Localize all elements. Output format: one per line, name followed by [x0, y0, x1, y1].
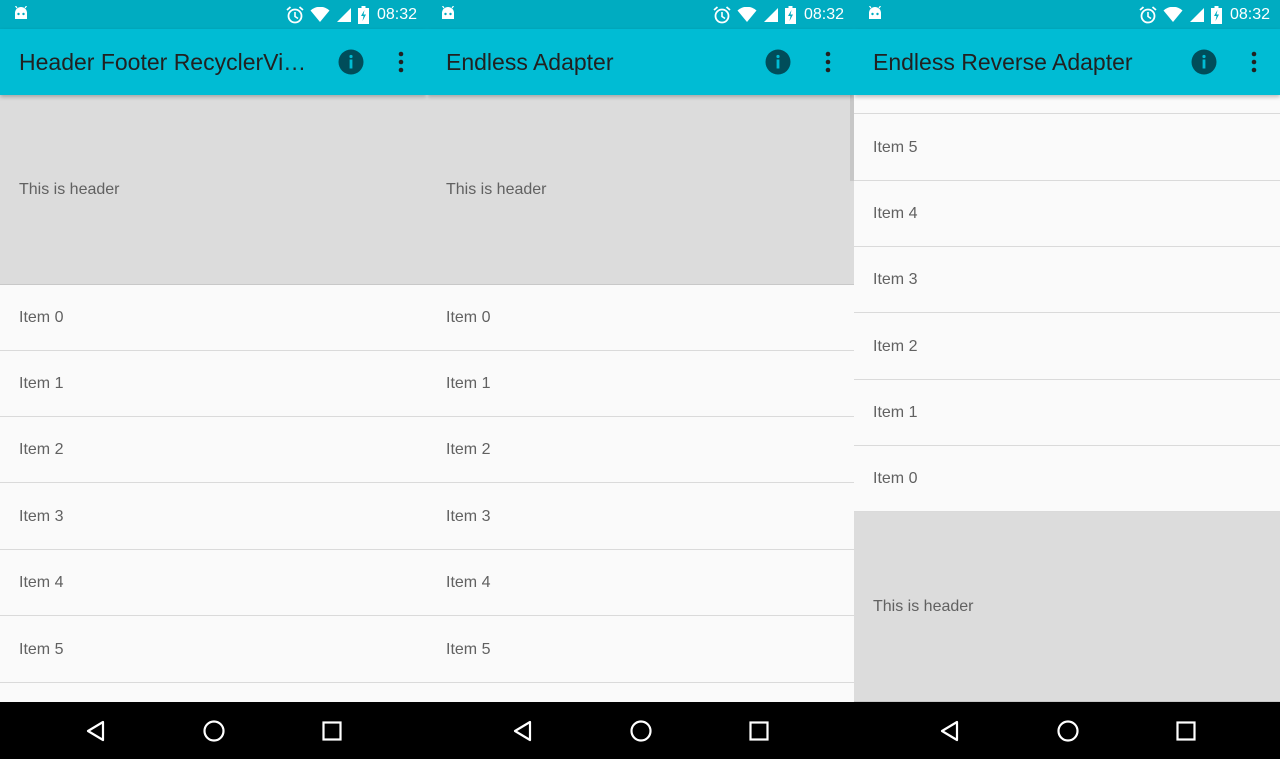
list-item-partial[interactable]	[854, 95, 1280, 114]
home-icon[interactable]	[629, 719, 653, 743]
info-icon[interactable]	[338, 49, 364, 75]
list-item[interactable]: Item 4	[0, 550, 427, 616]
item-label: Item 5	[446, 640, 491, 658]
signal-icon	[1189, 7, 1204, 22]
overflow-menu-icon[interactable]	[1246, 49, 1262, 75]
status-bar: 08:32	[0, 0, 427, 29]
screen-endless-reverse-adapter: 08:32 Endless Reverse Adapter Item 5 Ite…	[854, 0, 1280, 759]
signal-icon	[763, 7, 778, 22]
list-item[interactable]: Item 3	[427, 484, 854, 550]
item-label: Item 5	[19, 640, 64, 658]
list-header: This is header	[427, 95, 854, 285]
item-label: Item 5	[873, 138, 918, 156]
home-icon[interactable]	[1056, 719, 1080, 743]
overflow-menu-icon[interactable]	[393, 49, 409, 75]
item-label: Item 0	[873, 469, 918, 487]
navigation-bar	[427, 702, 854, 759]
item-label: Item 1	[19, 374, 64, 392]
status-bar: 08:32	[427, 0, 854, 29]
page-title: Header Footer RecyclerVi…	[19, 49, 307, 75]
list-item[interactable]: Item 2	[427, 417, 854, 483]
list-header: This is header	[0, 95, 427, 285]
item-label: Item 2	[873, 337, 918, 355]
android-icon	[15, 6, 27, 19]
list-item[interactable]: Item 5	[0, 617, 427, 683]
recents-icon[interactable]	[320, 719, 344, 743]
android-icon	[869, 6, 881, 19]
item-label: Item 0	[19, 308, 64, 326]
recents-icon[interactable]	[1174, 719, 1198, 743]
list-item[interactable]: Item 2	[0, 417, 427, 483]
app-bar: Endless Adapter	[427, 29, 854, 95]
item-label: Item 3	[446, 507, 491, 525]
screen-header-footer: 08:32 Header Footer RecyclerVi… This is …	[0, 0, 427, 759]
item-label: Item 4	[19, 573, 64, 591]
back-icon[interactable]	[84, 719, 108, 743]
header-text: This is header	[873, 597, 974, 615]
wifi-icon	[737, 6, 757, 22]
alarm-icon	[713, 5, 731, 23]
clock: 08:32	[1229, 5, 1270, 23]
item-label: Item 1	[873, 403, 918, 421]
item-label: Item 2	[19, 440, 64, 458]
wifi-icon	[310, 6, 330, 22]
clock: 08:32	[803, 5, 844, 23]
list-item[interactable]: Item 5	[427, 617, 854, 683]
alarm-icon	[1139, 5, 1157, 23]
list-header: This is header	[854, 512, 1280, 702]
list-item[interactable]: Item 4	[854, 181, 1280, 247]
battery-icon	[1210, 5, 1222, 24]
battery-icon	[357, 5, 369, 24]
app-bar: Header Footer RecyclerVi…	[0, 29, 427, 95]
alarm-icon	[286, 5, 304, 23]
info-icon[interactable]	[765, 49, 791, 75]
home-icon[interactable]	[202, 719, 226, 743]
item-label: Item 1	[446, 374, 491, 392]
header-text: This is header	[446, 180, 547, 198]
item-label: Item 4	[446, 573, 491, 591]
info-icon[interactable]	[1191, 49, 1217, 75]
list-item[interactable]: Item 3	[0, 484, 427, 550]
list-item[interactable]: Item 5	[854, 115, 1280, 181]
recycler-list[interactable]: Item 5 Item 4 Item 3 Item 2 Item 1 Item …	[854, 95, 1280, 702]
list-item[interactable]: Item 3	[854, 247, 1280, 313]
back-icon[interactable]	[938, 719, 962, 743]
app-bar: Endless Reverse Adapter	[854, 29, 1280, 95]
navigation-bar	[0, 702, 427, 759]
list-item[interactable]: Item 0	[0, 285, 427, 351]
list-item[interactable]: Item 0	[427, 285, 854, 351]
navigation-bar	[854, 702, 1280, 759]
back-icon[interactable]	[511, 719, 535, 743]
header-text: This is header	[19, 180, 120, 198]
item-label: Item 3	[873, 270, 918, 288]
item-label: Item 2	[446, 440, 491, 458]
item-label: Item 4	[873, 204, 918, 222]
wifi-icon	[1163, 6, 1183, 22]
recycler-list[interactable]: This is header Item 0 Item 1 Item 2 Item…	[427, 95, 854, 702]
recents-icon[interactable]	[747, 719, 771, 743]
status-bar: 08:32	[854, 0, 1280, 29]
signal-icon	[336, 7, 351, 22]
list-item[interactable]: Item 0	[854, 446, 1280, 512]
recycler-list[interactable]: This is header Item 0 Item 1 Item 2 Item…	[0, 95, 427, 702]
overflow-menu-icon[interactable]	[820, 49, 836, 75]
list-item[interactable]: Item 1	[0, 351, 427, 417]
list-item[interactable]: Item 1	[427, 351, 854, 417]
item-label: Item 3	[19, 507, 64, 525]
clock: 08:32	[376, 5, 417, 23]
list-item[interactable]: Item 2	[854, 314, 1280, 380]
screen-endless-adapter: 08:32 Endless Adapter This is header Ite…	[427, 0, 854, 759]
page-title: Endless Adapter	[446, 49, 614, 75]
list-item[interactable]: Item 4	[427, 550, 854, 616]
item-label: Item 0	[446, 308, 491, 326]
page-title: Endless Reverse Adapter	[873, 49, 1133, 75]
android-icon	[442, 6, 454, 19]
battery-icon	[784, 5, 796, 24]
list-item[interactable]: Item 1	[854, 380, 1280, 446]
